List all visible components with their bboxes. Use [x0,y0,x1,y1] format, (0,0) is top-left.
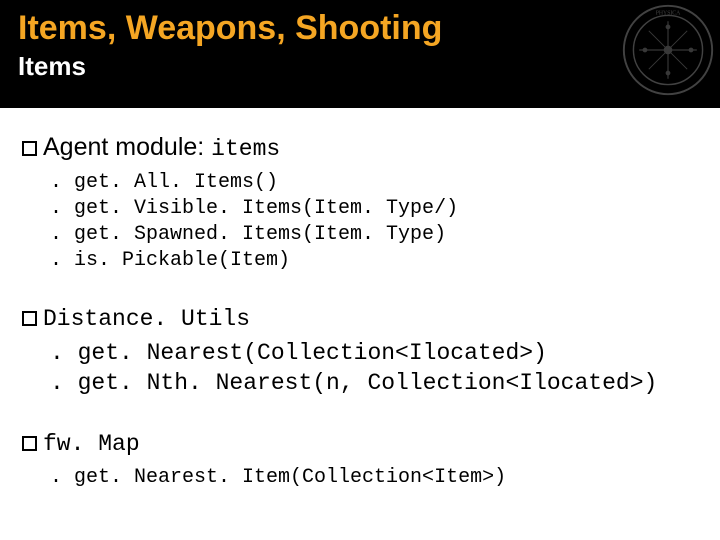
heading-agent-module: Agent module: items [22,132,698,164]
heading-fw-map: fw. Map [22,427,698,459]
method-list: . get. Nearest(Collection<Ilocated>) . g… [22,339,698,399]
list-item: . get. Spawned. Items(Item. Type) [50,222,698,248]
list-item: . get. Visible. Items(Item. Type/) [50,196,698,222]
method-list: . get. All. Items() . get. Visible. Item… [22,170,698,274]
svg-text:PHYSICA: PHYSICA [656,10,681,16]
university-seal-icon: PHYSICA [620,2,716,98]
section-distance-utils: Distance. Utils . get. Nearest(Collectio… [22,302,698,399]
slide-content: Agent module: items . get. All. Items() … [0,108,720,491]
heading-label: Agent module: [43,133,211,161]
list-item: . get. Nearest(Collection<Ilocated>) [50,339,698,369]
slide-title: Items, Weapons, Shooting [18,10,702,47]
heading-code: items [211,136,280,162]
method-list: . get. Nearest. Item(Collection<Item>) [22,465,698,491]
list-item: . get. Nearest. Item(Collection<Item>) [50,465,698,491]
heading-distance-utils: Distance. Utils [22,302,698,334]
bullet-icon [22,141,37,156]
section-agent-module: Agent module: items . get. All. Items() … [22,132,698,274]
list-item: . get. All. Items() [50,170,698,196]
bullet-icon [22,436,37,451]
slide-header: Items, Weapons, Shooting Items PHYSICA [0,0,720,108]
slide-subtitle: Items [18,51,702,82]
section-fw-map: fw. Map . get. Nearest. Item(Collection<… [22,427,698,491]
list-item: . is. Pickable(Item) [50,248,698,274]
bullet-icon [22,311,37,326]
heading-code: fw. Map [43,431,140,457]
heading-code: Distance. Utils [43,306,250,332]
list-item: . get. Nth. Nearest(n, Collection<Ilocat… [50,369,698,399]
